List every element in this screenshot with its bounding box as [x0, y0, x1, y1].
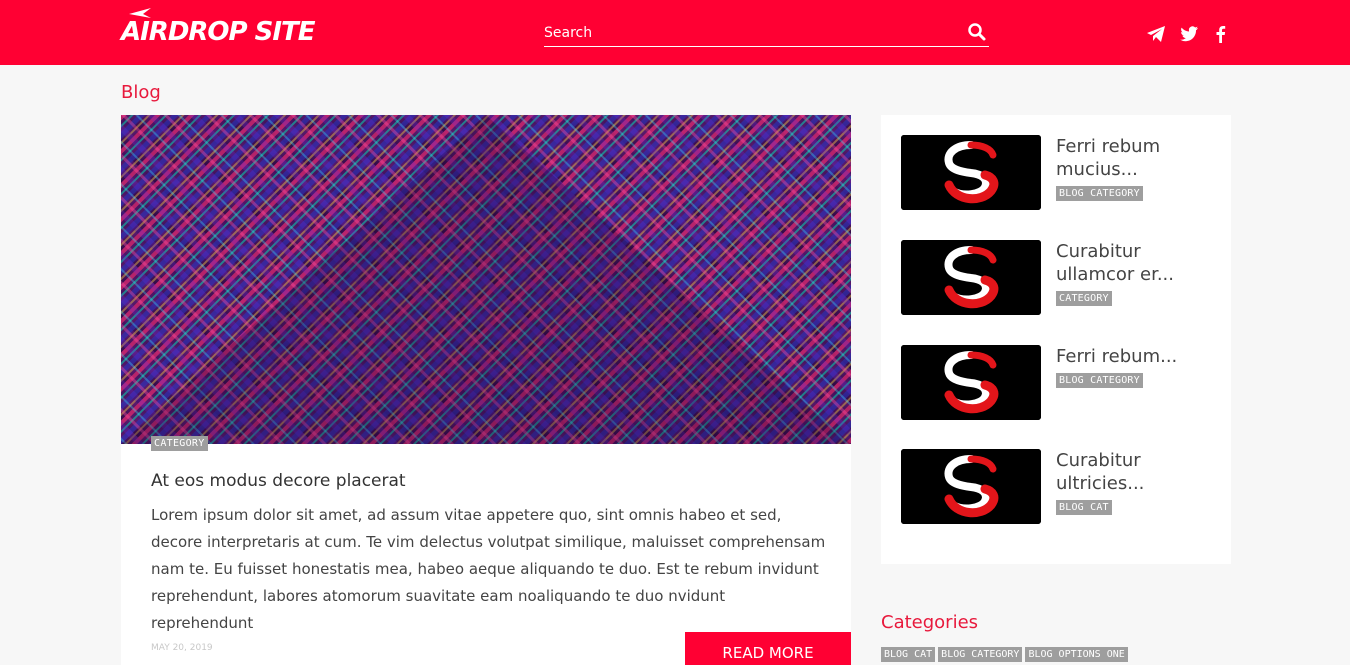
read-more-button[interactable]: READ MORE — [685, 632, 851, 665]
category-tag[interactable]: BLOG CATEGORY — [938, 647, 1023, 662]
featured-post-card: CATEGORY At eos modus decore placerat Lo… — [121, 115, 851, 665]
top-header: AIRDROP SITE — [0, 0, 1350, 65]
twitter-icon[interactable] — [1178, 23, 1200, 45]
post-thumbnail — [901, 345, 1041, 420]
post-thumbnail — [901, 240, 1041, 315]
search-bar — [544, 18, 989, 47]
sidebar-post-tag[interactable]: BLOG CATEGORY — [1056, 186, 1143, 201]
post-excerpt: Lorem ipsum dolor sit amet, ad assum vit… — [151, 506, 826, 632]
sidebar-recent-posts: Ferri rebum mucius... BLOG CATEGORY Cura… — [881, 115, 1231, 564]
post-title[interactable]: At eos modus decore placerat — [151, 471, 406, 491]
site-logo[interactable]: AIRDROP SITE — [121, 8, 316, 50]
post-date: MAY 20, 2019 — [151, 643, 213, 653]
sidebar-post-title: Curabitur ultricies... — [1056, 450, 1145, 494]
post-thumbnail — [901, 135, 1041, 210]
featured-post-image[interactable] — [121, 115, 851, 444]
categories-heading: Categories — [881, 612, 979, 633]
categories-list: BLOG CAT BLOG CATEGORY BLOG OPTIONS ONE — [881, 647, 1128, 662]
telegram-icon[interactable] — [1145, 23, 1167, 45]
sidebar-post-item[interactable]: Ferri rebum... BLOG CATEGORY — [901, 345, 1221, 420]
sidebar-post-title: Ferri rebum... — [1056, 346, 1178, 367]
s-logo-icon — [901, 345, 1041, 420]
logo-text: AIRDROP SITE — [121, 17, 316, 47]
sidebar-post-tag[interactable]: BLOG CAT — [1056, 500, 1112, 515]
s-logo-icon — [901, 135, 1041, 210]
post-category-badge[interactable]: CATEGORY — [151, 436, 208, 451]
sidebar-post-tag[interactable]: BLOG CATEGORY — [1056, 373, 1143, 388]
plane-icon — [129, 8, 151, 18]
sidebar-post-item[interactable]: Curabitur ullamcor er... CATEGORY — [901, 240, 1221, 315]
search-icon[interactable] — [967, 22, 987, 42]
sidebar-post-title: Curabitur ullamcor er... — [1056, 241, 1174, 285]
abstract-circuit-image — [121, 115, 851, 444]
category-tag[interactable]: BLOG CAT — [881, 647, 936, 662]
sidebar-post-title: Ferri rebum mucius... — [1056, 136, 1161, 180]
category-tag[interactable]: BLOG OPTIONS ONE — [1025, 647, 1128, 662]
page-title: Blog — [121, 82, 161, 103]
s-logo-icon — [901, 449, 1041, 524]
sidebar-post-tag[interactable]: CATEGORY — [1056, 291, 1112, 306]
sidebar-post-item[interactable]: Curabitur ultricies... BLOG CAT — [901, 449, 1221, 524]
sidebar-post-item[interactable]: Ferri rebum mucius... BLOG CATEGORY — [901, 135, 1221, 210]
facebook-icon[interactable] — [1210, 23, 1232, 45]
search-input[interactable] — [544, 22, 944, 44]
s-logo-icon — [901, 240, 1041, 315]
post-thumbnail — [901, 449, 1041, 524]
